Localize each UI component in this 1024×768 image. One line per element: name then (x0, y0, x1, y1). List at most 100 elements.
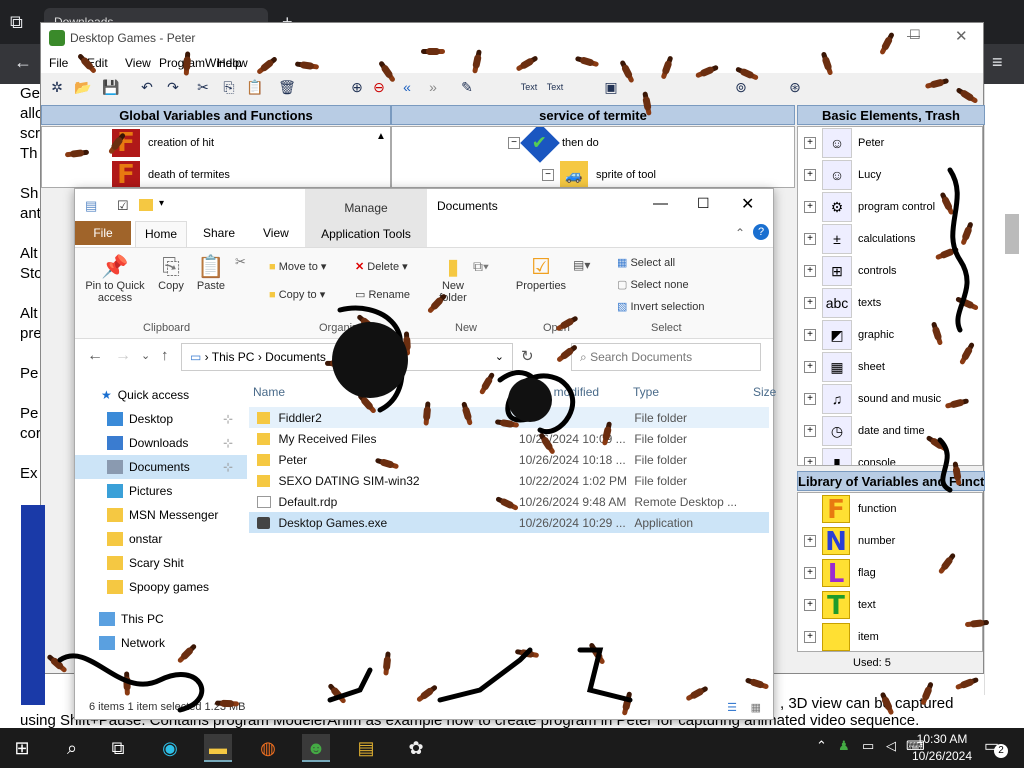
windows-start-icon[interactable]: ⊞ (8, 734, 36, 762)
select-all-button[interactable]: ▦ Select all (617, 256, 675, 269)
expand-icon[interactable]: + (804, 599, 816, 611)
nav-item[interactable]: Scary Shit (75, 551, 247, 575)
address-dropdown-icon[interactable]: ⌄ (495, 350, 504, 363)
file-row[interactable]: Desktop Games.exe 10/26/2024 10:29 ... App… (249, 512, 769, 533)
menu-view[interactable]: View (125, 56, 151, 70)
library-item[interactable]: + Ttext (798, 589, 982, 621)
edge-icon[interactable]: ◉ (156, 734, 184, 762)
expand-icon[interactable]: + (804, 567, 816, 579)
expand-icon[interactable]: + (804, 329, 816, 341)
undo-icon[interactable]: ↶ (137, 77, 157, 97)
basic-item[interactable]: + ± calculations (798, 223, 982, 255)
delete-icon[interactable]: 🗑 (277, 77, 297, 97)
forward-icon[interactable]: » (423, 77, 443, 97)
back-icon[interactable]: ← (87, 347, 103, 365)
rename-button[interactable]: ▭ Rename (355, 288, 410, 301)
delete-button[interactable]: ✕ Delete ▾ (355, 260, 408, 273)
forward-icon[interactable]: → (115, 347, 131, 365)
properties-qat-icon[interactable]: ▤ (85, 198, 97, 214)
notepad-icon[interactable]: ▤ (352, 734, 380, 762)
service-item[interactable]: − ✔ then do (392, 127, 794, 163)
copy-button[interactable]: ⎘ Copy (153, 254, 189, 292)
up-icon[interactable]: ↑ (161, 347, 169, 364)
firefox-icon[interactable]: ◍ (254, 734, 282, 762)
close-icon[interactable]: ✕ (741, 194, 754, 214)
basic-item[interactable]: + ◩ graphic (798, 319, 982, 351)
desktop-games-icon[interactable]: ☻ (302, 734, 330, 762)
column-date[interactable]: Date modified (525, 385, 599, 399)
tab-share[interactable]: Share (203, 226, 235, 240)
global-item[interactable]: F death of termites (42, 159, 390, 187)
file-row[interactable]: Default.rdp 10/26/2024 9:48 AM Remote Desk… (249, 491, 769, 512)
screen-icon[interactable]: ▣ (601, 77, 621, 97)
menu-file[interactable]: File (49, 56, 68, 70)
column-type[interactable]: Type (633, 385, 659, 399)
nav-item[interactable]: Spoopy games (75, 575, 247, 599)
tray-people-icon[interactable]: ♟ (838, 738, 850, 754)
expand-icon[interactable]: + (804, 457, 816, 465)
file-row[interactable]: SEXO DATING SIM-win32 10/22/2024 1:02 PM F… (249, 470, 769, 491)
basic-item[interactable]: + abc texts (798, 287, 982, 319)
new-folder-button[interactable]: ▮ New folder (433, 254, 473, 304)
recent-dropdown-icon[interactable]: ⌄ (141, 349, 150, 362)
menu-help[interactable]: Help (217, 56, 242, 70)
save-icon[interactable]: 💾 (101, 77, 121, 97)
tab-application-tools[interactable]: Application Tools (305, 221, 427, 247)
library-item[interactable]: + Nnumber (798, 525, 982, 557)
zoom-out-icon[interactable]: ⊖ (369, 77, 389, 97)
find-next-icon[interactable]: ⊛ (785, 77, 805, 97)
pin-button[interactable]: 📌 Pin to Quick access (81, 254, 149, 304)
expand-icon[interactable]: + (804, 265, 816, 277)
tab-home[interactable]: Home (135, 221, 187, 247)
scrollbar-thumb[interactable] (1005, 214, 1019, 254)
file-explorer-icon[interactable]: ▬ (204, 734, 232, 762)
task-view-icon[interactable]: ⧉ (104, 734, 132, 762)
webpage-scrollbar[interactable] (984, 84, 1024, 728)
cut-icon[interactable]: ✂ (235, 254, 246, 270)
tray-chevron-icon[interactable]: ⌃ (816, 738, 827, 754)
nav-item[interactable]: MSN Messenger (75, 503, 247, 527)
move-to-button[interactable]: ■ Move to ▾ (269, 260, 326, 273)
expand-icon[interactable]: + (804, 169, 816, 181)
cut-icon[interactable]: ✂ (193, 77, 213, 97)
maximize-icon[interactable]: ☐ (909, 27, 921, 43)
open-icon[interactable]: 📂 (73, 77, 93, 97)
paste-button[interactable]: 📋 Paste (193, 254, 229, 292)
expand-icon[interactable]: + (804, 535, 816, 547)
library-item[interactable]: + Lflag (798, 557, 982, 589)
tab-view[interactable]: View (263, 226, 289, 240)
global-item[interactable]: F creation of hit (42, 127, 390, 159)
folder-qat-icon[interactable] (139, 199, 153, 211)
expand-icon[interactable]: + (804, 393, 816, 405)
expand-icon[interactable]: + (804, 201, 816, 213)
file-row[interactable]: Fiddler2 File folder (249, 407, 769, 428)
close-icon[interactable]: ✕ (955, 27, 968, 45)
basic-item[interactable]: + ◷ date and time (798, 415, 982, 447)
service-item[interactable]: − 🚙 sprite of tool (392, 159, 794, 187)
basic-item[interactable]: + ⚙ program control (798, 191, 982, 223)
scroll-up-icon[interactable]: ▲ (376, 131, 386, 142)
basic-item[interactable]: + ☺ Peter (798, 127, 982, 159)
basic-item[interactable]: + ☺ Lucy (798, 159, 982, 191)
arrow-left-icon[interactable]: ← (14, 52, 32, 73)
volume-icon[interactable]: ◁ (886, 738, 896, 754)
expand-icon[interactable]: + (804, 233, 816, 245)
expand-icon[interactable]: + (804, 297, 816, 309)
nav-network[interactable]: Network (75, 631, 247, 655)
address-bar[interactable]: ▭ › This PC › Documents ⌄ (181, 343, 513, 371)
column-name[interactable]: Name (253, 385, 285, 399)
find-icon[interactable]: ⊚ (731, 77, 751, 97)
text-icon[interactable]: Text (519, 77, 539, 97)
expand-icon[interactable]: + (804, 631, 816, 643)
menu-edit[interactable]: Edit (87, 56, 108, 70)
zoom-in-icon[interactable]: ⊕ (347, 77, 367, 97)
details-view-icon[interactable]: ☰ (727, 701, 737, 714)
basic-item[interactable]: + ⊞ controls (798, 255, 982, 287)
search-icon[interactable]: ⌕ (58, 734, 86, 762)
clock-time[interactable]: 10:30 AM (910, 732, 974, 746)
nav-item[interactable]: Documents ⊹ (75, 455, 247, 479)
network-tray-icon[interactable]: ▭ (862, 738, 874, 754)
new-icon[interactable]: ✲ (47, 77, 67, 97)
text-edit-icon[interactable]: Text (545, 77, 565, 97)
basic-item[interactable]: + ♫ sound and music (798, 383, 982, 415)
